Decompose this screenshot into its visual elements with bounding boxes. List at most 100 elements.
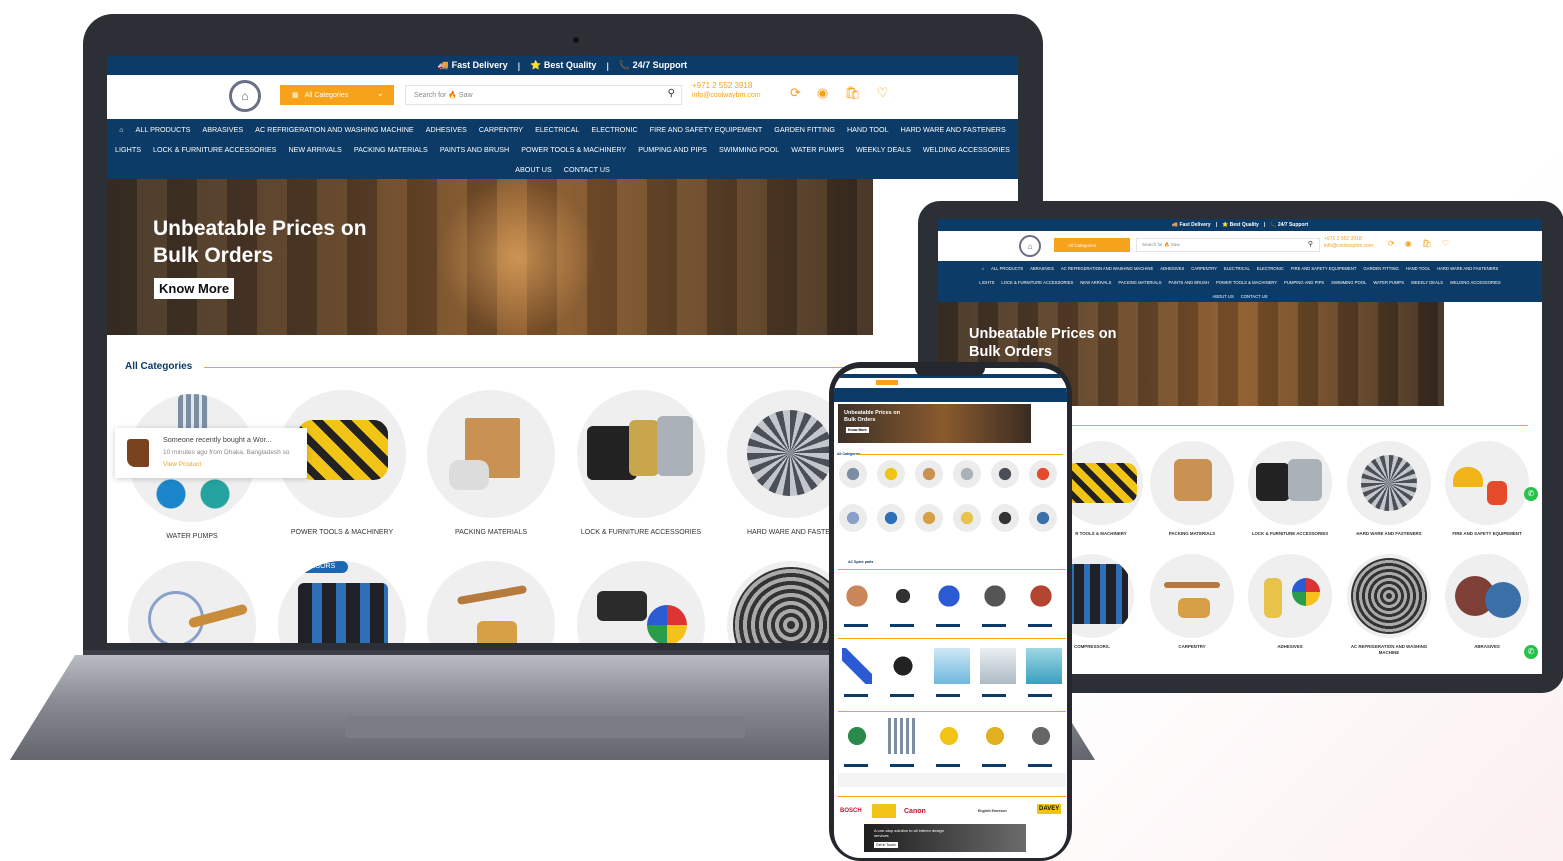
- category-electrical[interactable]: [127, 561, 257, 643]
- refresh-icon[interactable]: ⟳: [1388, 239, 1395, 248]
- nav-item[interactable]: CARPENTRY: [1191, 266, 1217, 271]
- nav-item-contact[interactable]: CONTACT US: [1241, 294, 1268, 299]
- nav-item[interactable]: PUMPING AND PIPS: [1284, 280, 1324, 285]
- heart-icon[interactable]: ♡: [1442, 239, 1449, 248]
- nav-item[interactable]: ALL PRODUCTS: [991, 266, 1023, 271]
- add-to-cart-button[interactable]: [844, 694, 868, 697]
- nav-item[interactable]: LIGHTS: [979, 280, 994, 285]
- category-thumb[interactable]: [953, 504, 981, 532]
- nav-item[interactable]: PAINTS AND BRUSH: [440, 145, 509, 154]
- nav-item[interactable]: AC REFRIGERATION AND WASHING MACHINE: [1061, 266, 1153, 271]
- nav-item[interactable]: LIGHTS: [115, 145, 141, 154]
- user-icon[interactable]: ◉: [817, 85, 828, 101]
- recent-purchase-popup[interactable]: Someone recently bought a Wor... 10 minu…: [115, 428, 307, 478]
- add-to-cart-button[interactable]: [1028, 624, 1052, 627]
- site-logo[interactable]: ⌂: [229, 80, 261, 112]
- category-carpentry[interactable]: [426, 561, 556, 643]
- all-categories-button[interactable]: All Categories: [1054, 238, 1130, 252]
- nav-item[interactable]: HARD WARE AND FASTENERS: [1437, 266, 1498, 271]
- add-to-cart-button[interactable]: [982, 624, 1006, 627]
- nav-item[interactable]: POWER TOOLS & MACHINERY: [1216, 280, 1277, 285]
- nav-item[interactable]: SWIMMING POOL: [719, 145, 779, 154]
- all-categories-button[interactable]: ▦ All Categories ⌄: [280, 85, 394, 105]
- add-to-cart-button[interactable]: [844, 624, 868, 627]
- brand-logo[interactable]: DAVEY: [1037, 804, 1062, 814]
- add-to-cart-button[interactable]: [982, 694, 1006, 697]
- nav-item[interactable]: SWIMMING POOL: [1331, 280, 1366, 285]
- nav-item[interactable]: POWER TOOLS & MACHINERY: [521, 145, 626, 154]
- nav-item[interactable]: LOCK & FURNITURE ACCESSORIES: [1001, 280, 1073, 285]
- cart-icon[interactable]: 🛍: [844, 85, 861, 101]
- heart-icon[interactable]: ♡: [877, 85, 889, 101]
- nav-item[interactable]: HAND TOOL: [1406, 266, 1430, 271]
- product-card[interactable]: [888, 578, 918, 614]
- product-card[interactable]: [1026, 648, 1062, 684]
- nav-item[interactable]: PUMPING AND PIPS: [638, 145, 707, 154]
- brand-logo[interactable]: BOSCH: [840, 808, 862, 814]
- category-packing-materials[interactable]: PACKING MATERIALS: [1147, 441, 1237, 536]
- nav-item[interactable]: FIRE AND SAFETY EQUIPEMENT: [650, 125, 763, 134]
- add-to-cart-button[interactable]: [936, 764, 960, 767]
- add-to-cart-button[interactable]: [936, 694, 960, 697]
- whatsapp-icon[interactable]: ✆: [1524, 487, 1538, 501]
- category-fire-safety[interactable]: FIRE AND SAFETY EQUIPEMENT: [1442, 441, 1532, 536]
- nav-item[interactable]: ELECTRONIC: [591, 125, 637, 134]
- category-ac-refrigeration[interactable]: AC REFRIGERATION AND WASHING MACHINE: [1344, 554, 1434, 656]
- home-icon[interactable]: ⌂: [982, 266, 985, 271]
- add-to-cart-button[interactable]: [936, 624, 960, 627]
- add-to-cart-button[interactable]: [982, 764, 1006, 767]
- site-logo[interactable]: ⌂: [1019, 235, 1041, 257]
- nav-item-about[interactable]: ABOUT US: [515, 165, 552, 174]
- nav-item[interactable]: ABRASIVES: [1030, 266, 1054, 271]
- nav-item[interactable]: HAND TOOL: [847, 125, 889, 134]
- nav-item[interactable]: WELDING ACCESSORIES: [923, 145, 1010, 154]
- nav-item[interactable]: LOCK & FURNITURE ACCESSORIES: [153, 145, 276, 154]
- product-card[interactable]: [980, 578, 1010, 614]
- add-to-cart-button[interactable]: [1028, 694, 1052, 697]
- product-card[interactable]: [980, 718, 1010, 754]
- nav-item[interactable]: ELECTRICAL: [535, 125, 579, 134]
- add-to-cart-button[interactable]: [1028, 764, 1052, 767]
- cart-icon[interactable]: 🛍: [1422, 239, 1432, 248]
- add-to-cart-button[interactable]: [890, 694, 914, 697]
- user-icon[interactable]: ◉: [1405, 239, 1412, 248]
- category-thumb[interactable]: [1029, 504, 1057, 532]
- nav-item[interactable]: WATER PUMPS: [791, 145, 844, 154]
- nav-item[interactable]: PACKING MATERIALS: [1118, 280, 1161, 285]
- nav-item[interactable]: ADHESIVES: [426, 125, 467, 134]
- nav-item-about[interactable]: ABOUT US: [1212, 294, 1233, 299]
- category-thumb[interactable]: [991, 504, 1019, 532]
- category-thumb[interactable]: [915, 460, 943, 488]
- add-to-cart-button[interactable]: [844, 764, 868, 767]
- product-card[interactable]: [1026, 578, 1056, 614]
- search-input[interactable]: Search for 🔥 Saw ⚲: [1136, 238, 1320, 252]
- category-thumb[interactable]: [1029, 460, 1057, 488]
- category-thumb[interactable]: [877, 504, 905, 532]
- nav-item[interactable]: NEW ARRIVALS: [1080, 280, 1111, 285]
- nav-item[interactable]: GARDEN FITTING: [774, 125, 835, 134]
- nav-item-contact[interactable]: CONTACT US: [564, 165, 610, 174]
- category-thumb[interactable]: [839, 460, 867, 488]
- product-card[interactable]: [934, 648, 970, 684]
- nav-item[interactable]: WATER PUMPS: [1373, 280, 1404, 285]
- product-card[interactable]: [842, 578, 872, 614]
- nav-item[interactable]: ALL PRODUCTS: [136, 125, 191, 134]
- nav-item[interactable]: ABRASIVES: [202, 125, 243, 134]
- nav-item[interactable]: FIRE AND SAFETY EQUIPEMENT: [1291, 266, 1357, 271]
- nav-item[interactable]: PACKING MATERIALS: [354, 145, 428, 154]
- category-adhesives[interactable]: [576, 561, 706, 643]
- search-icon[interactable]: ⚲: [1308, 240, 1313, 248]
- phone-number[interactable]: +971 2 552 3918: [692, 81, 761, 91]
- category-carpentry[interactable]: CARPENTRY: [1147, 554, 1237, 649]
- product-card[interactable]: [888, 648, 918, 684]
- category-thumb[interactable]: [915, 504, 943, 532]
- nav-item[interactable]: WELDING ACCESSORIES: [1450, 280, 1501, 285]
- product-card[interactable]: [934, 578, 964, 614]
- add-to-cart-button[interactable]: [890, 764, 914, 767]
- phone-number[interactable]: +971 2 552 3918: [1324, 236, 1373, 243]
- product-card[interactable]: [980, 648, 1016, 684]
- category-lock-furniture[interactable]: LOCK & FURNITURE ACCESSORIES: [1245, 441, 1335, 536]
- category-packing-materials[interactable]: PACKING MATERIALS: [426, 390, 556, 536]
- nav-item[interactable]: ELECTRICAL: [1224, 266, 1250, 271]
- category-compressors[interactable]: SSORS: [277, 561, 407, 643]
